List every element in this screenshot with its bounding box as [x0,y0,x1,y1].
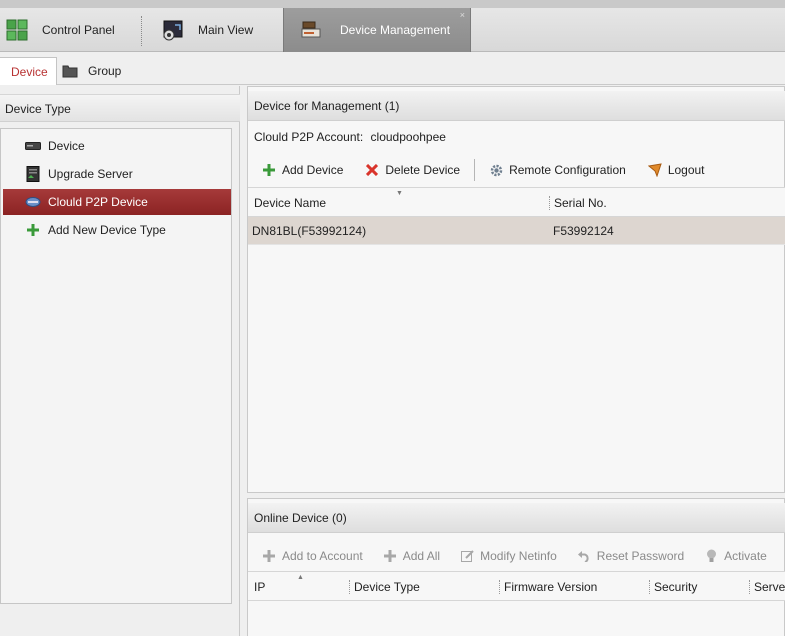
device-type-panel: Device Type Device Upgrade Server Clould… [0,86,240,636]
plus-icon [262,549,276,563]
table-row[interactable]: DN81BL(F53992124) F53992124 [248,217,785,245]
top-tab-bar: Control Panel Main View Device Managemen… [0,0,785,52]
device-type-header: Device Type [0,94,240,122]
cloud-account-value: cloudpoohpee [370,130,446,144]
tab-group-label: Group [88,64,122,78]
add-device-label: Add Device [282,163,344,177]
tab-device-management[interactable]: Device Management × [283,8,471,52]
cloud-device-icon [25,194,41,210]
lightbulb-icon [704,549,718,563]
edit-icon [460,549,474,563]
tab-main-view-label: Main View [198,23,254,37]
add-device-button[interactable]: Add Device [262,163,343,177]
logout-icon [647,163,662,177]
device-type-item-add-new[interactable]: Add New Device Type [3,217,231,243]
device-type-item-label: Upgrade Server [48,167,133,181]
device-icon [25,138,41,154]
server-icon [25,166,41,182]
column-device-type[interactable]: Device Type [354,572,420,602]
column-separator [499,580,500,594]
device-for-management-header: Device for Management (1) [248,91,785,121]
logout-label: Logout [667,163,705,177]
device-type-item-label: Add New Device Type [48,223,166,237]
tab-control-panel[interactable]: Control Panel [6,8,142,52]
column-serial-no[interactable]: Serial No. [554,188,607,218]
column-device-name[interactable]: Device Name [254,188,326,218]
reset-password-label: Reset Password [596,549,685,563]
column-separator [549,196,550,210]
delete-device-label: Delete Device [385,163,461,177]
delete-x-icon [365,163,379,177]
management-toolbar: Add Device Delete Device Remote Configur… [248,155,785,185]
cell-serial-no: F53992124 [553,224,614,238]
device-for-management-section: Device for Management (1) Clould P2P Acc… [247,86,785,493]
activate-button[interactable]: Activate [704,549,767,563]
right-panel: Device for Management (1) Clould P2P Acc… [247,86,785,636]
reset-password-button[interactable]: Reset Password [577,549,684,563]
remote-configuration-button[interactable]: Remote Configuration [489,163,626,177]
column-firmware-version[interactable]: Firmware Version [504,572,597,602]
column-separator [649,580,650,594]
sub-tab-bar: Device Group [0,53,785,85]
delete-device-button[interactable]: Delete Device [365,163,460,177]
management-table: ▼ Device Name Serial No. DN81BL(F5399212… [248,187,785,245]
device-type-item-device[interactable]: Device [3,133,231,159]
cell-device-name: DN81BL(F53992124) [252,224,367,238]
plus-icon [25,222,41,238]
online-device-table: ▲ IP Device Type Firmware Version Securi… [248,571,785,601]
add-to-account-button[interactable]: Add to Account [262,549,363,563]
toolbar-separator [474,159,476,181]
column-security[interactable]: Security [654,572,697,602]
remote-configuration-label: Remote Configuration [509,163,626,177]
tab-device-label: Device [11,64,48,79]
column-separator [349,580,350,594]
column-ip[interactable]: IP [254,572,265,602]
online-device-header: Online Device (0) [248,503,785,533]
modify-netinfo-button[interactable]: Modify Netinfo [460,549,557,563]
device-type-item-upgrade-server[interactable]: Upgrade Server [3,161,231,187]
add-to-account-label: Add to Account [282,549,363,563]
top-strip [0,0,785,8]
device-type-list: Device Upgrade Server Clould P2P Device … [0,128,232,604]
add-all-button[interactable]: Add All [383,549,440,563]
activate-label: Activate [724,549,767,563]
tab-device[interactable]: Device [0,57,57,85]
online-device-section: Online Device (0) Add to Account Add All… [247,498,785,636]
undo-icon [577,549,591,563]
plus-icon [383,549,397,563]
sort-indicator-icon: ▼ [396,190,403,197]
device-management-icon [301,21,321,38]
tab-device-management-label: Device Management [340,23,451,37]
device-type-item-label: Clould P2P Device [48,195,148,209]
tab-main-view[interactable]: Main View [162,8,282,52]
column-separator [749,580,750,594]
folder-icon [62,65,78,78]
plus-icon [262,163,276,177]
add-all-label: Add All [402,549,441,563]
tab-control-panel-label: Control Panel [42,23,115,37]
cloud-account-label: Clould P2P Account: [254,130,364,144]
close-tab-icon[interactable]: × [460,11,465,20]
main-view-icon [163,20,183,41]
column-server[interactable]: Server [754,572,785,602]
cloud-account: Clould P2P Account: cloudpoohpee [254,130,450,144]
management-table-header: ▼ Device Name Serial No. [248,187,785,217]
logout-button[interactable]: Logout [647,163,705,177]
control-panel-icon [6,19,28,41]
online-toolbar: Add to Account Add All Modify Netinfo Re… [248,541,785,571]
tab-separator [141,16,142,46]
device-type-item-label: Device [48,139,85,153]
device-type-item-cloud-p2p[interactable]: Clould P2P Device [3,189,231,215]
gear-icon [489,163,503,177]
modify-netinfo-label: Modify Netinfo [480,549,557,563]
online-table-header: ▲ IP Device Type Firmware Version Securi… [248,571,785,601]
tab-group[interactable]: Group [62,57,142,85]
sort-indicator-icon: ▲ [297,574,304,581]
